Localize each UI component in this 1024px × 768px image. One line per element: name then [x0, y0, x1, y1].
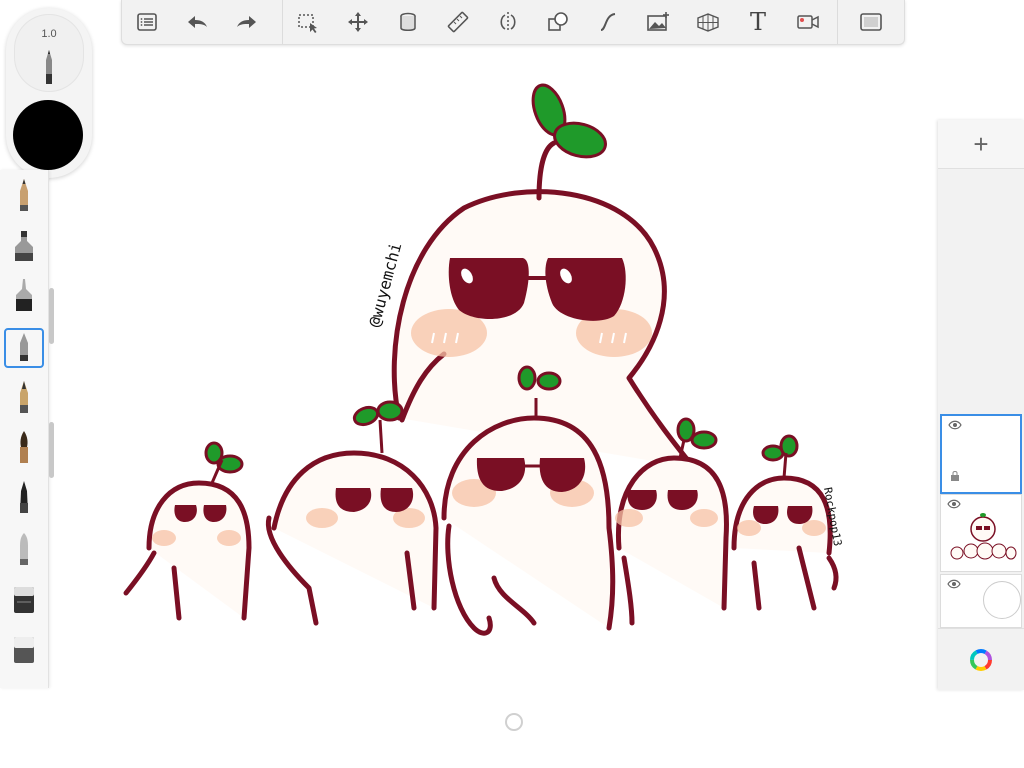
text-tool-button[interactable]: T [733, 0, 783, 44]
perspective-grid-icon [697, 13, 719, 32]
shapes-icon [548, 12, 568, 31]
eraser-icon [14, 587, 34, 613]
fineliner-brush[interactable] [4, 276, 44, 316]
redo-icon [237, 16, 256, 28]
visibility-eye-icon[interactable] [947, 499, 961, 509]
redo-button[interactable] [222, 0, 272, 44]
eraser-brush[interactable] [4, 580, 44, 620]
marker-brush[interactable] [4, 226, 44, 266]
ruler-icon [447, 11, 469, 33]
ruler-button[interactable] [433, 0, 483, 44]
import-image-button[interactable] [633, 0, 683, 44]
top-toolbar: T [121, 0, 905, 45]
visibility-eye-icon[interactable] [947, 579, 961, 589]
drawing-canvas[interactable]: @wuyemchi Rockpop13 [54, 48, 938, 688]
soft-eraser-icon [14, 637, 34, 663]
plus-icon: + [973, 128, 989, 159]
canvas-rotation-indicator-icon[interactable] [505, 713, 523, 731]
paintbrush-brush[interactable] [4, 428, 44, 468]
brush-pen-icon [20, 481, 28, 513]
ballpoint-icon [20, 333, 28, 361]
layers-panel: + [938, 120, 1024, 690]
brush-size-value: 1.0 [41, 28, 57, 40]
menu-list-icon [137, 13, 157, 31]
import-image-icon [647, 12, 669, 31]
layer-2[interactable] [940, 494, 1022, 572]
pencil-brush[interactable] [4, 176, 44, 216]
time-lapse-button[interactable] [783, 0, 833, 44]
airbrush-brush[interactable] [4, 530, 44, 570]
symmetry-icon [500, 12, 516, 32]
pencil-icon [20, 179, 28, 211]
time-lapse-icon [797, 15, 819, 29]
artwork: @wuyemchi Rockpop13 [123, 83, 844, 636]
layer-thumbnail [950, 513, 1017, 560]
selection-icon [298, 14, 317, 33]
undo-icon [188, 16, 207, 28]
undo-button[interactable] [172, 0, 222, 44]
stroke-curve-icon [600, 13, 616, 31]
airbrush-icon [20, 533, 28, 565]
soft-eraser-brush[interactable] [4, 630, 44, 670]
toolbar-left-group [122, 0, 283, 44]
stroke-curve-button[interactable] [583, 0, 633, 44]
fullscreen-icon [860, 13, 882, 31]
menu-list-button[interactable] [122, 0, 172, 44]
fountain-pen-icon [20, 381, 28, 413]
color-wheel-icon [970, 649, 992, 671]
fill-button[interactable] [383, 0, 433, 44]
fill-bucket-icon [400, 12, 416, 31]
marker-icon [15, 231, 33, 261]
lock-icon [951, 471, 959, 481]
toolbar-right-group [837, 0, 904, 44]
text-tool-icon: T [749, 8, 766, 36]
fountain-pen-brush[interactable] [4, 378, 44, 418]
transform-icon [348, 12, 368, 32]
layer-1[interactable] [940, 414, 1022, 494]
brush-pen-brush[interactable] [4, 478, 44, 518]
transform-button[interactable] [333, 0, 383, 44]
toolbar-tools-group: T [283, 0, 837, 44]
color-wheel-button[interactable] [938, 628, 1024, 691]
background-color-swatch[interactable] [983, 581, 1021, 619]
paintbrush-icon [20, 431, 28, 463]
shapes-button[interactable] [533, 0, 583, 44]
add-layer-button[interactable]: + [938, 120, 1024, 169]
symmetry-button[interactable] [483, 0, 533, 44]
selection-button[interactable] [283, 0, 333, 44]
fullscreen-button[interactable] [846, 0, 896, 44]
visibility-eye-icon[interactable] [948, 420, 962, 430]
perspective-grid-button[interactable] [683, 0, 733, 44]
fineliner-icon [16, 279, 32, 311]
brush-palette [0, 170, 49, 688]
background-layer[interactable] [940, 574, 1022, 628]
ballpoint-brush[interactable] [4, 328, 44, 368]
